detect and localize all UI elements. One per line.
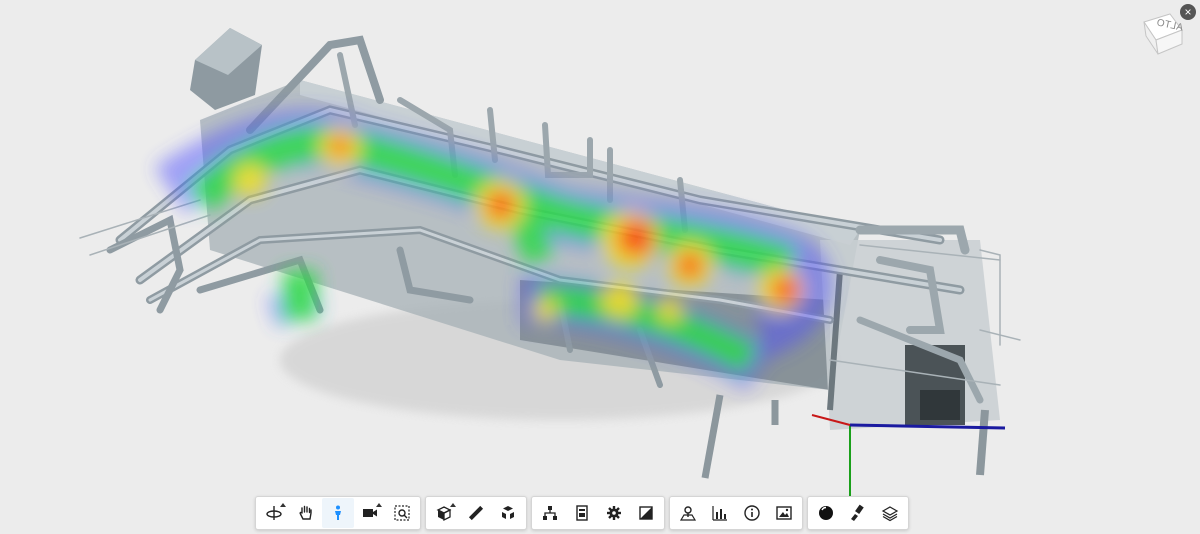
viewer-toolbar xyxy=(255,496,909,530)
fullscreen-tool-button[interactable] xyxy=(630,498,662,528)
bar-chart-icon xyxy=(712,506,727,521)
gear-icon xyxy=(607,506,621,520)
measure-tool-button[interactable] xyxy=(460,498,492,528)
model-tool-group xyxy=(425,496,527,530)
layers-icon xyxy=(881,506,899,522)
fit-view-icon xyxy=(394,505,410,521)
info-tool-button[interactable] xyxy=(736,498,768,528)
render-tool-group xyxy=(807,496,909,530)
person-icon xyxy=(335,505,341,520)
fullscreen-icon xyxy=(639,506,653,520)
plant-model-scene[interactable] xyxy=(0,0,1200,534)
charts-tool-button[interactable] xyxy=(704,498,736,528)
paintbrush-icon xyxy=(851,504,864,521)
first-person-tool-button[interactable] xyxy=(322,498,354,528)
camera-tool-button[interactable] xyxy=(354,498,386,528)
map-pin-icon xyxy=(679,506,697,521)
model-browser-tool-button[interactable] xyxy=(534,498,566,528)
settings-tool-button[interactable] xyxy=(598,498,630,528)
map-pin-tool-button[interactable] xyxy=(672,498,704,528)
ruler-icon xyxy=(468,505,484,521)
paint-tool-button[interactable] xyxy=(842,498,874,528)
explode-tool-button[interactable] xyxy=(492,498,524,528)
close-icon[interactable]: × xyxy=(1180,4,1196,20)
section-tool-button[interactable] xyxy=(428,498,460,528)
fit-to-view-tool-button[interactable] xyxy=(386,498,418,528)
explode-icon xyxy=(502,506,514,519)
layers-tool-button[interactable] xyxy=(874,498,906,528)
image-icon xyxy=(776,506,792,520)
hierarchy-icon xyxy=(543,506,557,520)
3d-viewport[interactable]: ALTO × xyxy=(0,0,1200,534)
properties-icon xyxy=(576,505,588,521)
hand-icon xyxy=(299,505,312,520)
orbit-tool-button[interactable] xyxy=(258,498,290,528)
navigation-tool-group xyxy=(255,496,421,530)
pan-tool-button[interactable] xyxy=(290,498,322,528)
inspect-tool-group xyxy=(531,496,665,530)
info-icon xyxy=(744,505,760,521)
properties-tool-button[interactable] xyxy=(566,498,598,528)
render-mode-tool-button[interactable] xyxy=(810,498,842,528)
data-tool-group xyxy=(669,496,803,530)
sphere-icon xyxy=(819,506,833,520)
image-tool-button[interactable] xyxy=(768,498,800,528)
